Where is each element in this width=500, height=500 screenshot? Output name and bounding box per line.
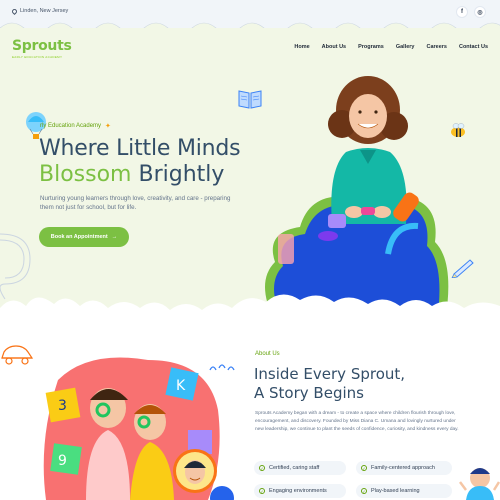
hero-title-highlight: Blossom bbox=[39, 162, 132, 187]
nav-gallery[interactable]: Gallery bbox=[396, 44, 415, 50]
about-section: 3 K 9 About Us Inside Every Sprout, A St… bbox=[0, 320, 500, 500]
check-icon: ✓ bbox=[361, 465, 367, 471]
feature-pill: ✓ Engaging environments bbox=[254, 484, 346, 498]
feature-label: Family-centered approach bbox=[371, 465, 435, 471]
feature-label: Play-based learning bbox=[371, 488, 420, 494]
location: Linden, New Jersey bbox=[10, 7, 69, 15]
about-title-line2: A Story Begins bbox=[254, 384, 364, 402]
about-description: Sprouts Academy began with a dream - to … bbox=[255, 411, 459, 432]
facebook-icon: f bbox=[461, 9, 463, 15]
check-icon: ✓ bbox=[259, 465, 265, 471]
svg-text:9: 9 bbox=[58, 453, 67, 469]
hero-title-rest: Brightly bbox=[138, 162, 225, 187]
feature-label: Engaging environments bbox=[269, 488, 327, 494]
hero-section: rly Education Academy ✦ Where Little Min… bbox=[0, 74, 500, 320]
child-photo bbox=[278, 76, 419, 264]
hero-eyebrow-text: rly Education Academy bbox=[40, 123, 102, 129]
cloud-divider bbox=[0, 294, 500, 320]
book-icon bbox=[238, 90, 262, 109]
logo-text: Sprouts bbox=[12, 38, 72, 54]
feature-pill: ✓ Certified, caring staff bbox=[254, 461, 346, 475]
location-pin-icon bbox=[10, 7, 19, 15]
svg-text:3: 3 bbox=[58, 398, 67, 414]
nav-contact-us[interactable]: Contact Us bbox=[459, 44, 488, 50]
main-nav: Home About Us Programs Gallery Careers C… bbox=[294, 44, 488, 50]
feature-pill: ✓ Family-centered approach bbox=[356, 461, 452, 475]
book-appointment-button[interactable]: Book an Appointment → bbox=[39, 227, 129, 247]
mascot-illustration-icon bbox=[459, 468, 500, 500]
book-appointment-label: Book an Appointment bbox=[50, 234, 108, 240]
arrow-right-icon: → bbox=[111, 234, 118, 240]
toy-car-icon bbox=[1, 345, 34, 365]
svg-text:K: K bbox=[176, 378, 186, 394]
check-icon: ✓ bbox=[259, 488, 265, 494]
check-icon: ✓ bbox=[361, 488, 367, 494]
about-label: About Us bbox=[255, 351, 280, 357]
nav-careers[interactable]: Careers bbox=[426, 44, 447, 50]
location-text: Linden, New Jersey bbox=[20, 8, 69, 14]
feature-label: Certified, caring staff bbox=[269, 465, 320, 471]
blue-blob-decoration-icon bbox=[210, 486, 234, 500]
hero-title-line1: Where Little Minds bbox=[39, 136, 241, 161]
sparkle-icon: ✦ bbox=[105, 123, 111, 130]
feature-pill: ✓ Play-based learning bbox=[356, 484, 452, 498]
site-header: Sprouts EARLY EDUCATION ACADEMY Home Abo… bbox=[0, 28, 500, 74]
logo-subtitle: EARLY EDUCATION ACADEMY bbox=[12, 55, 63, 59]
about-title-line1: Inside Every Sprout, bbox=[254, 365, 406, 383]
nav-programs[interactable]: Programs bbox=[358, 44, 384, 50]
logo[interactable]: Sprouts EARLY EDUCATION ACADEMY bbox=[12, 38, 72, 59]
nav-about-us[interactable]: About Us bbox=[322, 44, 346, 50]
instagram-icon: ◎ bbox=[477, 9, 483, 16]
nav-home[interactable]: Home bbox=[294, 44, 309, 50]
hero-eyebrow: rly Education Academy ✦ bbox=[40, 122, 111, 130]
hero-description: Nurturing young learners through love, c… bbox=[40, 195, 231, 211]
hero-title-line2: Blossom Brightly bbox=[39, 162, 224, 187]
